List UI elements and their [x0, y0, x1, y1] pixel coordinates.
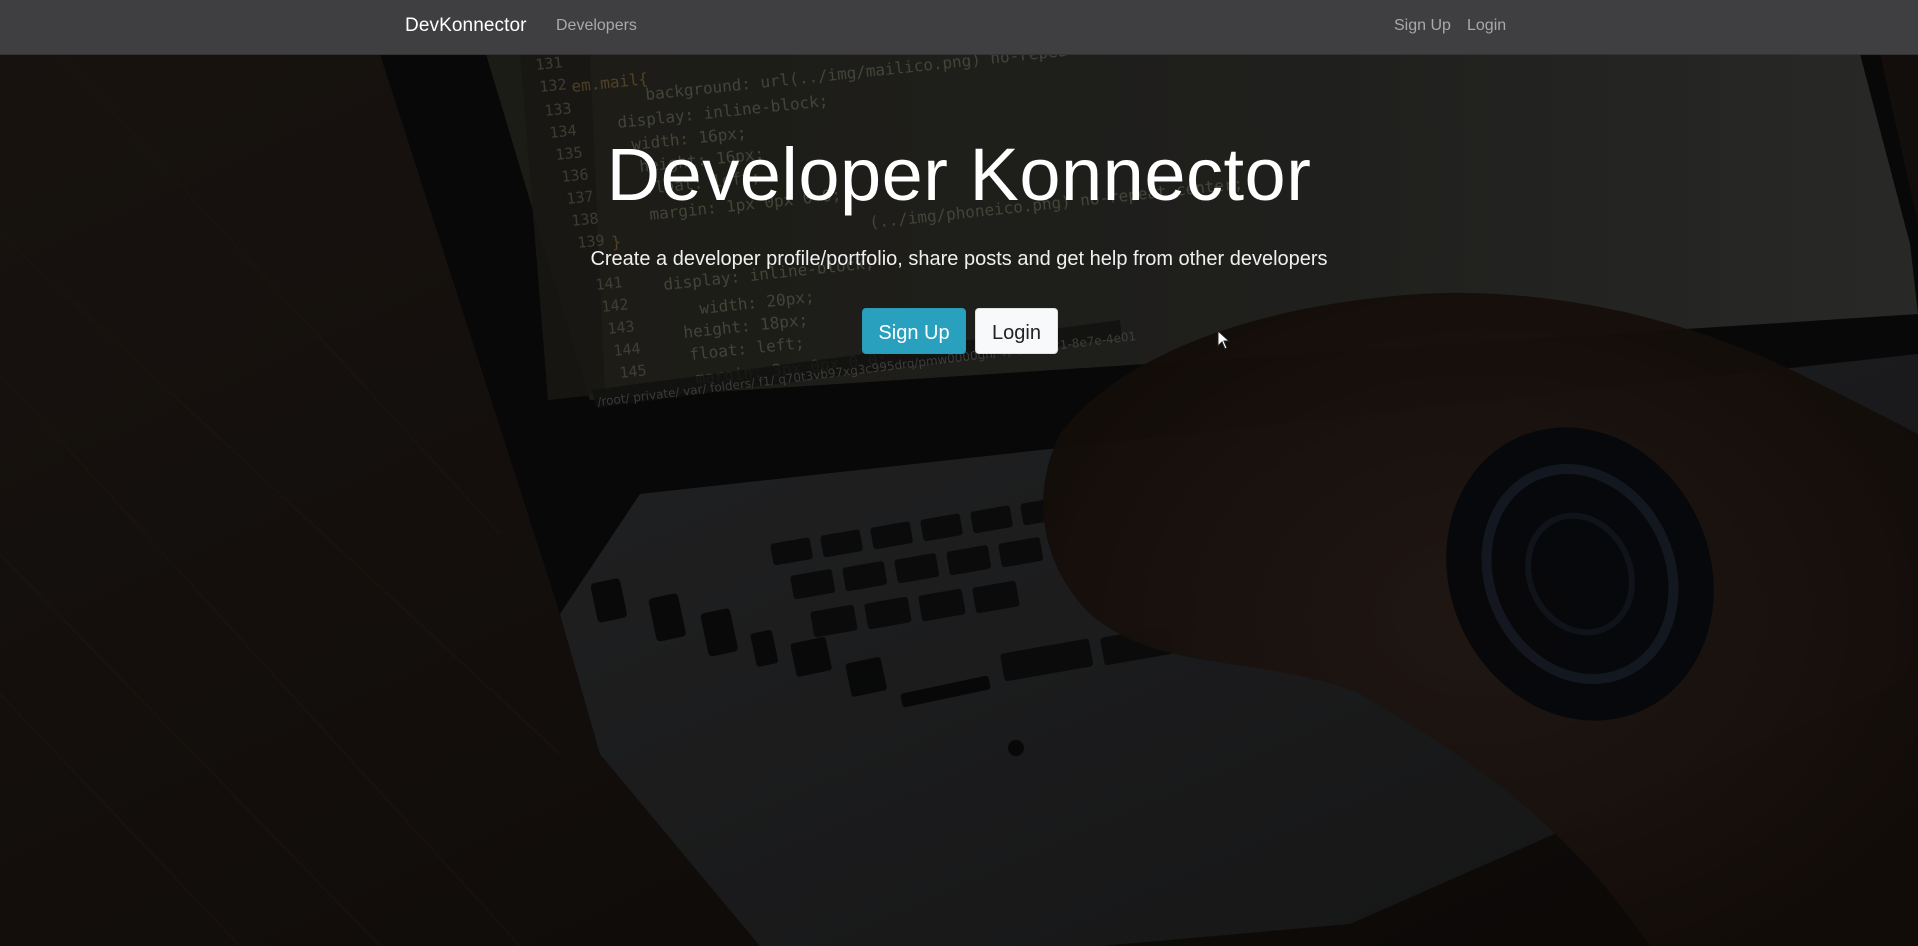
hero-lead-text: Create a developer profile/portfolio, sh…	[590, 248, 1328, 270]
hero-title: Developer Konnector	[606, 133, 1312, 216]
brand-link[interactable]: DevKonnector	[405, 15, 527, 37]
mouse-cursor-icon	[1217, 329, 1231, 355]
top-navbar: DevKonnector Developers Sign Up Login	[0, 0, 1918, 55]
nav-developers-link[interactable]: Developers	[556, 17, 637, 35]
hero-login-button[interactable]: Login	[975, 308, 1058, 354]
hero-signup-button[interactable]: Sign Up	[862, 308, 966, 354]
nav-signup-link[interactable]: Sign Up	[1394, 17, 1451, 35]
landing-page: 131 132 133 134 135 136 137 138 139 141 …	[0, 0, 1918, 946]
nav-login-link[interactable]: Login	[1467, 17, 1506, 35]
